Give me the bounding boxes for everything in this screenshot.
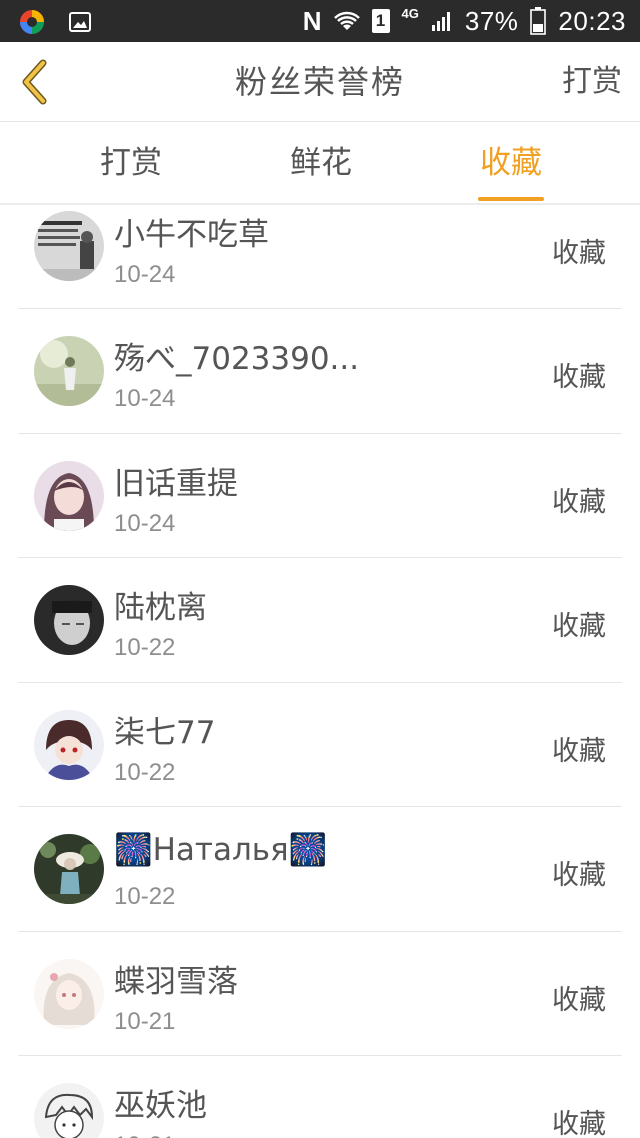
- tab-favorites[interactable]: 收藏: [446, 123, 576, 205]
- favorite-label: 收藏: [552, 486, 606, 518]
- avatar: [34, 585, 104, 655]
- fan-date: 10-22: [114, 883, 176, 910]
- page-title: 粉丝荣誉榜: [234, 63, 405, 101]
- fan-date: 10-21: [114, 1132, 175, 1138]
- avatar: [34, 336, 104, 406]
- list-item[interactable]: 小牛不吃草 10-24 收藏: [18, 207, 622, 309]
- list-item[interactable]: 陆枕离 10-22 收藏: [18, 558, 622, 683]
- fan-date: 10-21: [114, 1007, 176, 1035]
- tab-reward[interactable]: 打赏: [66, 123, 196, 205]
- list-item[interactable]: 旧话重提 10-24 收藏: [18, 434, 622, 558]
- tab-label: 收藏: [480, 145, 542, 181]
- list-item[interactable]: 🎆Наталья🎆 10-22 收藏: [18, 807, 622, 932]
- fan-name: 巫妖池: [114, 1088, 207, 1124]
- favorite-label: 收藏: [552, 735, 606, 767]
- favorite-label: 收藏: [552, 1109, 606, 1138]
- favorite-label: 收藏: [552, 984, 606, 1016]
- fan-date: 10-24: [114, 509, 176, 537]
- list-item[interactable]: 柒七77 10-22 收藏: [18, 683, 622, 807]
- wifi-icon: [333, 10, 360, 32]
- battery-percent: 37%: [464, 5, 519, 36]
- favorite-label: 收藏: [552, 860, 606, 891]
- clock: 20:23: [558, 5, 626, 36]
- tab-label: 鲜花: [290, 145, 352, 181]
- sim-slot-icon: 1: [371, 9, 390, 33]
- tab-label: 打赏: [100, 145, 162, 181]
- signal-icon: [431, 10, 453, 32]
- reward-button[interactable]: 打赏: [562, 42, 622, 122]
- status-bar: N 1 4G 37% 20:23: [0, 0, 640, 42]
- avatar: [34, 834, 104, 904]
- avatar: [34, 709, 104, 780]
- network-type: 4G: [401, 5, 419, 21]
- fan-date: 10-24: [114, 385, 176, 412]
- avatar: [34, 460, 104, 531]
- favorite-label: 收藏: [552, 611, 606, 642]
- fan-name: 🎆Наталья🎆: [114, 832, 328, 868]
- tab-bar: 打赏 鲜花 收藏: [0, 123, 640, 205]
- tab-flowers[interactable]: 鲜花: [256, 123, 386, 205]
- fan-name: 蝶羽雪落: [114, 963, 238, 1000]
- avatar: [34, 958, 104, 1029]
- app-logo-icon: [18, 8, 46, 36]
- nfc-icon: N: [302, 5, 322, 36]
- fan-list[interactable]: 小牛不吃草 10-24 收藏 殇べ_7023390... 10-24 收藏 旧话…: [0, 207, 640, 1138]
- favorite-label: 收藏: [552, 362, 606, 393]
- list-item[interactable]: 蝶羽雪落 10-21 收藏: [18, 932, 622, 1056]
- fan-name: 柒七77: [114, 714, 216, 751]
- avatar: [34, 1083, 104, 1138]
- favorite-label: 收藏: [552, 238, 606, 269]
- battery-icon: [530, 7, 547, 35]
- avatar: [34, 211, 104, 281]
- fan-name: 旧话重提: [114, 465, 238, 502]
- fan-date: 10-24: [114, 261, 176, 288]
- fan-name: 陆枕离: [114, 590, 207, 626]
- fan-name: 小牛不吃草: [114, 217, 269, 253]
- header-bar: 粉丝荣誉榜 打赏: [0, 42, 640, 122]
- fan-name: 殇べ_7023390...: [114, 341, 360, 377]
- image-notification-icon: [68, 10, 92, 34]
- active-tab-indicator: [478, 197, 544, 201]
- fan-date: 10-22: [114, 634, 176, 661]
- list-item[interactable]: 巫妖池 10-21 收藏: [18, 1056, 622, 1138]
- list-item[interactable]: 殇べ_7023390... 10-24 收藏: [18, 309, 622, 434]
- fan-date: 10-22: [114, 758, 176, 786]
